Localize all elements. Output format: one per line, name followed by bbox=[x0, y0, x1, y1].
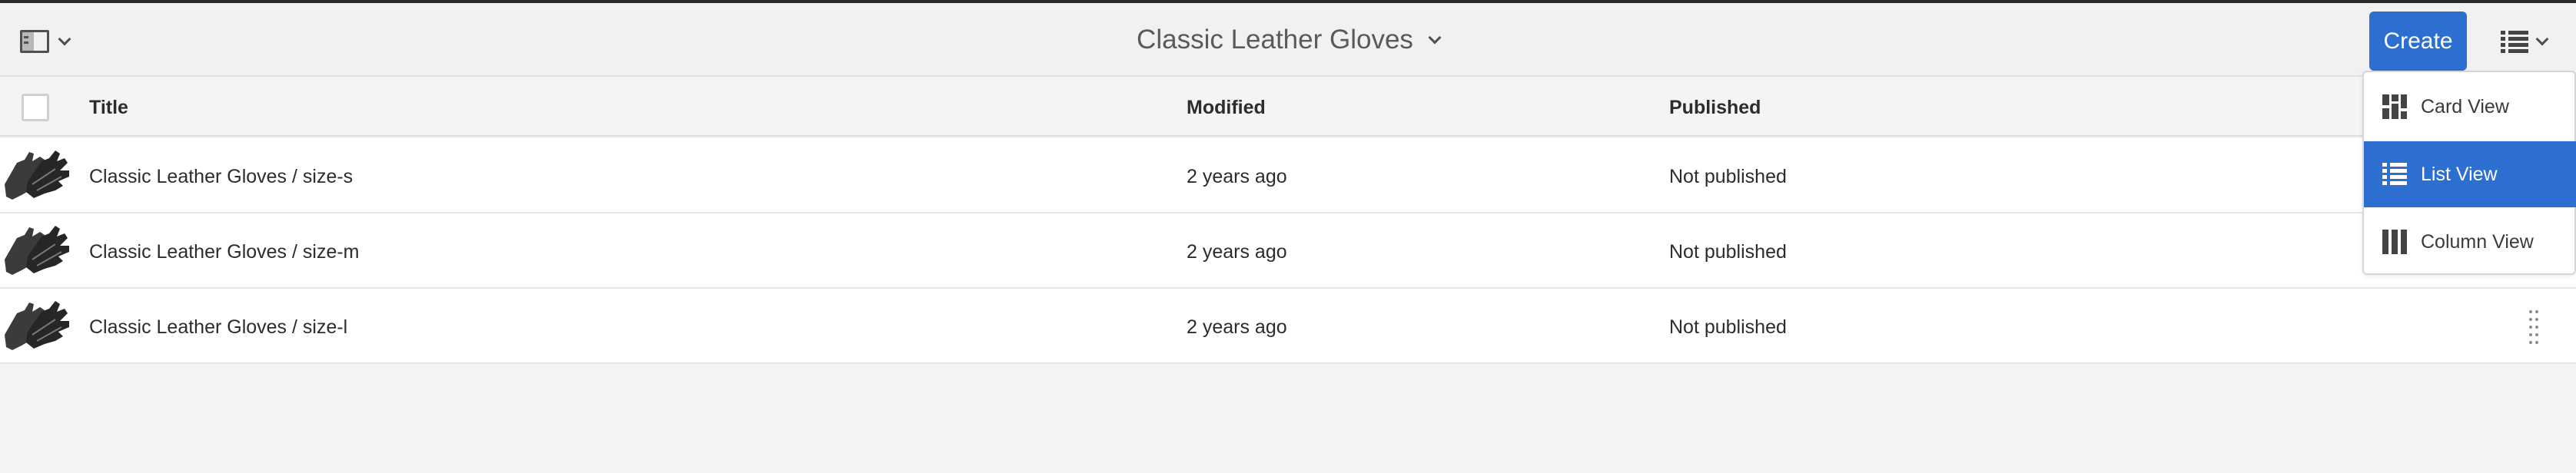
view-switcher-menu: Card View List View Column View bbox=[2362, 71, 2576, 275]
menu-item-label: Card View bbox=[2421, 95, 2509, 117]
row-title: Classic Leather Gloves / size-l bbox=[89, 316, 348, 338]
column-header-title[interactable]: Title bbox=[89, 97, 128, 119]
column-header-modified[interactable]: Modified bbox=[1187, 97, 1266, 119]
row-title: Classic Leather Gloves / size-s bbox=[89, 166, 354, 187]
table-row[interactable]: Classic Leather Gloves / size-m 2 years … bbox=[0, 213, 2576, 289]
table-row[interactable]: Classic Leather Gloves / size-l 2 years … bbox=[0, 289, 2576, 364]
leather-gloves-thumbnail bbox=[5, 226, 69, 275]
drag-handle-icon[interactable] bbox=[2528, 309, 2540, 344]
chevron-down-icon bbox=[58, 32, 71, 46]
row-published: Not published bbox=[1669, 316, 1787, 338]
create-button[interactable]: Create bbox=[2369, 12, 2467, 71]
row-modified: 2 years ago bbox=[1187, 241, 1287, 263]
page-title-dropdown[interactable]: Classic Leather Gloves bbox=[1137, 25, 1442, 55]
menu-item-label: List View bbox=[2421, 163, 2498, 185]
row-published: Not published bbox=[1669, 166, 1787, 187]
menu-item-label: Column View bbox=[2421, 230, 2534, 253]
leather-gloves-thumbnail bbox=[5, 150, 69, 200]
menu-item-list-view[interactable]: List View bbox=[2364, 141, 2576, 207]
column-view-icon bbox=[2382, 230, 2407, 254]
row-published: Not published bbox=[1669, 241, 1787, 263]
column-header-published[interactable]: Published bbox=[1669, 97, 1761, 119]
side-panel-icon bbox=[20, 30, 49, 53]
card-view-icon bbox=[2382, 94, 2407, 119]
row-title: Classic Leather Gloves / size-m bbox=[89, 241, 360, 263]
view-switcher-button[interactable] bbox=[2501, 26, 2562, 57]
menu-item-card-view[interactable]: Card View bbox=[2364, 74, 2576, 140]
chevron-down-icon bbox=[1428, 31, 1442, 45]
list-view-icon bbox=[2501, 29, 2528, 54]
chevron-down-icon bbox=[2535, 32, 2549, 46]
page-title: Classic Leather Gloves bbox=[1137, 25, 1413, 55]
table-row[interactable]: Classic Leather Gloves / size-s 2 years … bbox=[0, 138, 2576, 213]
row-modified: 2 years ago bbox=[1187, 316, 1287, 338]
table-header: Title Modified Published bbox=[0, 78, 2576, 137]
list-view-icon bbox=[2382, 162, 2407, 187]
row-modified: 2 years ago bbox=[1187, 166, 1287, 187]
select-all-checkbox[interactable] bbox=[22, 94, 49, 121]
action-bar: Classic Leather Gloves Create bbox=[0, 3, 2576, 77]
leather-gloves-thumbnail bbox=[5, 301, 69, 350]
menu-item-column-view[interactable]: Column View bbox=[2364, 209, 2576, 275]
rail-toggle-button[interactable] bbox=[20, 26, 81, 57]
